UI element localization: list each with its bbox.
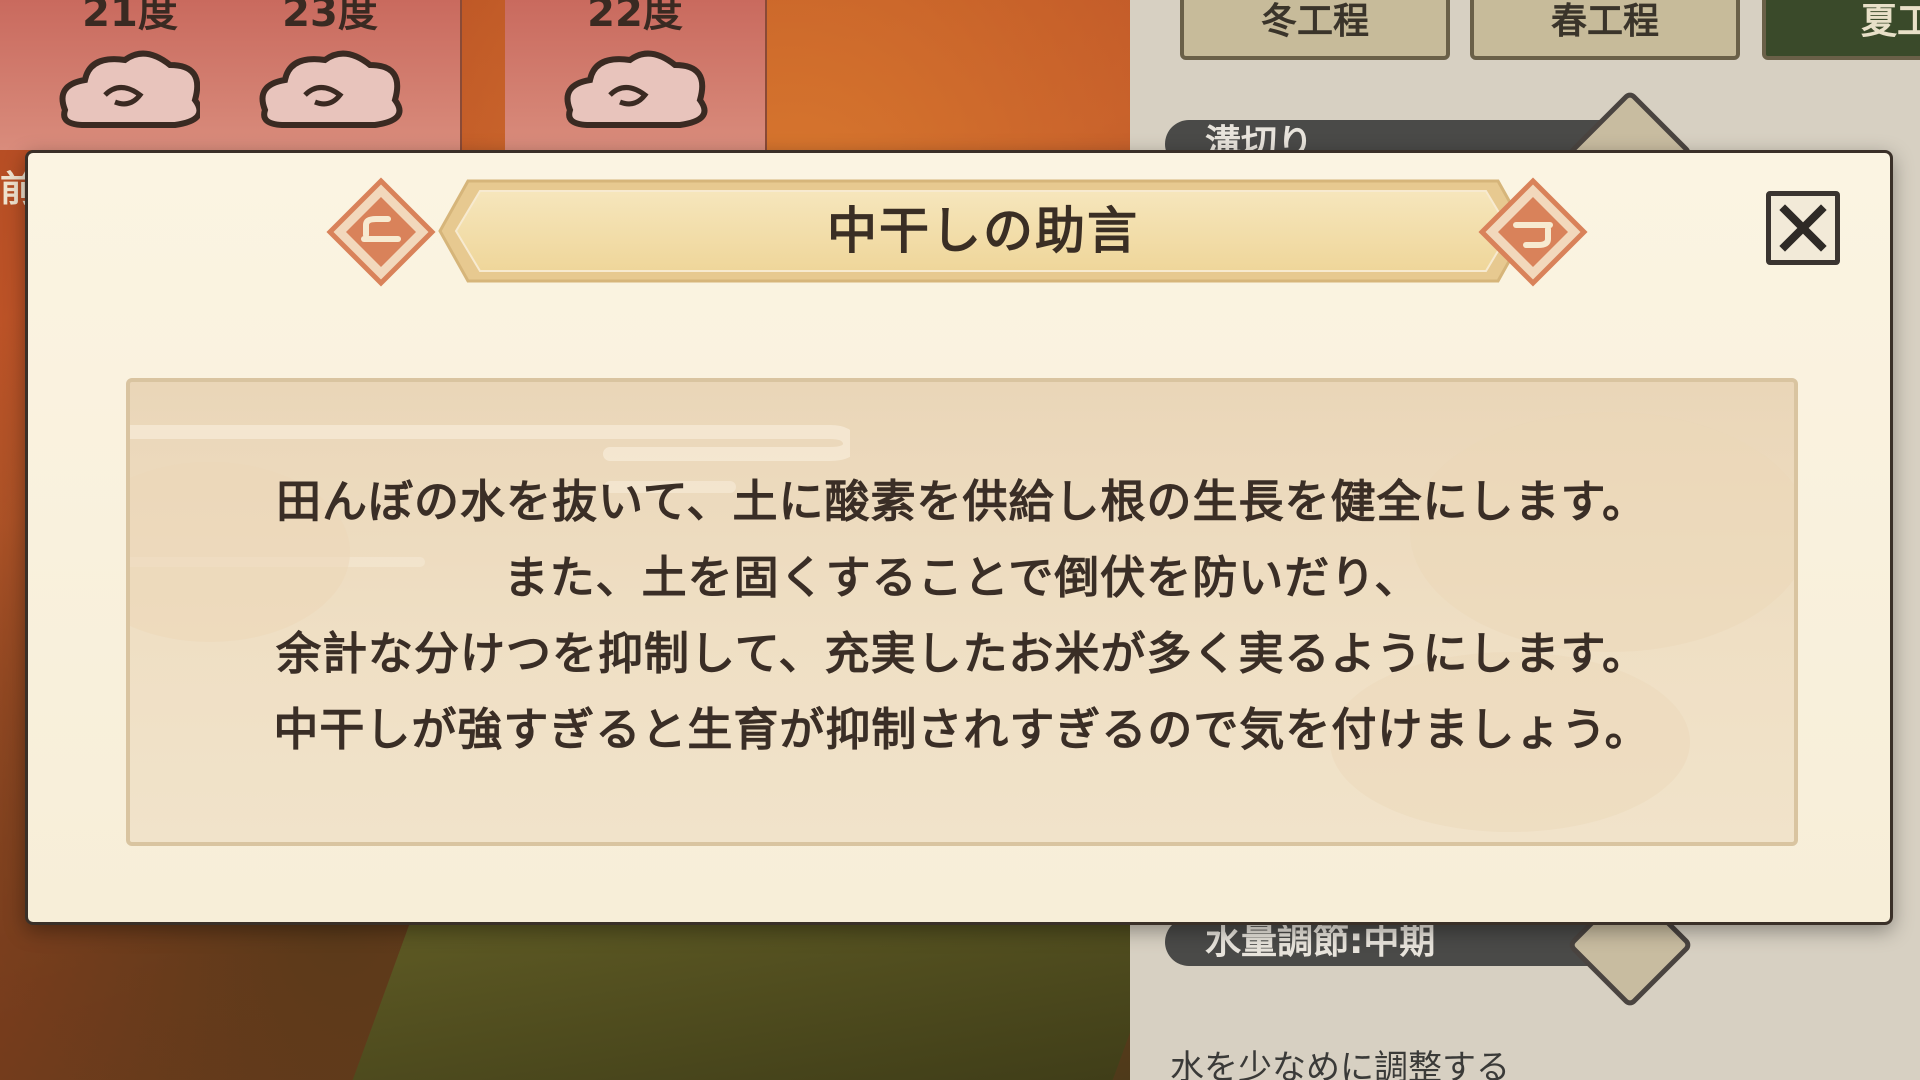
tab-summer-work[interactable]: 夏工 [1762, 0, 1920, 60]
advice-text: 田んぼの水を抜いて、土に酸素を供給し根の生長を健全にします。 また、土を固くする… [130, 464, 1794, 768]
dialog-title: 中干しの助言 [827, 202, 1139, 260]
task-row-header: 水量調節:中期 [1165, 918, 1605, 966]
cloud-icon [59, 50, 203, 128]
tab-winter-work[interactable]: 冬工程 [1180, 0, 1450, 60]
close-button[interactable] [1766, 191, 1840, 265]
task-row-description: 水を少なめに調整する [1170, 1048, 1510, 1080]
ornament-diamond-left-icon [326, 177, 436, 287]
cloud-icon [259, 50, 403, 128]
weather-forecast-cell: 23度 [200, 0, 462, 150]
rice-paddy-grass [349, 920, 1171, 1080]
forecast-temperature: 22度 [587, 0, 683, 36]
dialog-title-banner: 中干しの助言 [438, 177, 1528, 285]
advice-line: 田んぼの水を抜いて、土に酸素を供給し根の生長を健全にします。 [276, 475, 1648, 528]
tab-spring-work[interactable]: 春工程 [1470, 0, 1740, 60]
cloud-icon [564, 50, 708, 128]
game-screen: 21度 23度 22度 前 冬工程 春工程 夏工 溝切り 水量調節:中期 水を少… [0, 0, 1920, 1080]
ornament-diamond-right-icon [1478, 177, 1588, 287]
advice-dialog: 中干しの助言 田んぼの水を抜いて、土に酸素を供給し根の生長を健全にします。 また… [25, 150, 1893, 925]
advice-text-box: 田んぼの水を抜いて、土に酸素を供給し根の生長を健全にします。 また、土を固くする… [126, 378, 1798, 846]
advice-line: 余計な分けつを抑制して、充実したお米が多く実るようにします。 [276, 627, 1648, 680]
forecast-temperature: 23度 [282, 0, 378, 36]
close-x-icon [1779, 204, 1827, 252]
weather-forecast-cell: 22度 [505, 0, 767, 150]
advice-line: また、土を固くすることで倒伏を防いだり、 [503, 551, 1421, 604]
advice-line: 中干しが強すぎると生育が抑制されすぎるので気を付けましょう。 [273, 703, 1651, 756]
